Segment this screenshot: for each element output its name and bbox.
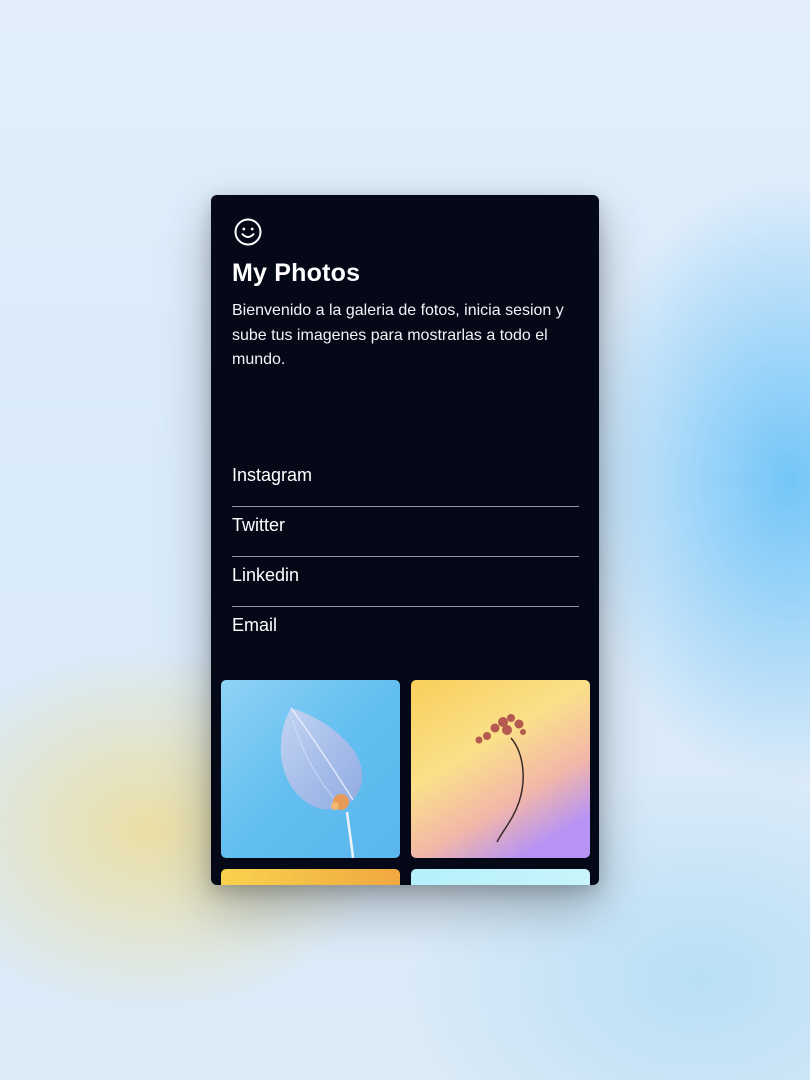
link-twitter[interactable]: Twitter	[232, 507, 579, 557]
page-title: My Photos	[232, 259, 361, 287]
dried-flower-photo[interactable]	[411, 680, 590, 858]
cyan-photo[interactable]	[411, 869, 590, 885]
link-email[interactable]: Email	[232, 607, 579, 657]
link-linkedin[interactable]: Linkedin	[232, 557, 579, 607]
smile-icon	[234, 218, 262, 246]
link-instagram[interactable]: Instagram	[232, 457, 579, 507]
profile-card: My Photos Bienvenido a la galeria de fot…	[211, 195, 599, 885]
welcome-description: Bienvenido a la galeria de fotos, inicia…	[232, 302, 564, 368]
physalis-leaf-photo[interactable]	[221, 680, 400, 858]
orange-photo[interactable]	[221, 869, 400, 885]
social-links: Instagram Twitter Linkedin Email	[232, 457, 579, 657]
